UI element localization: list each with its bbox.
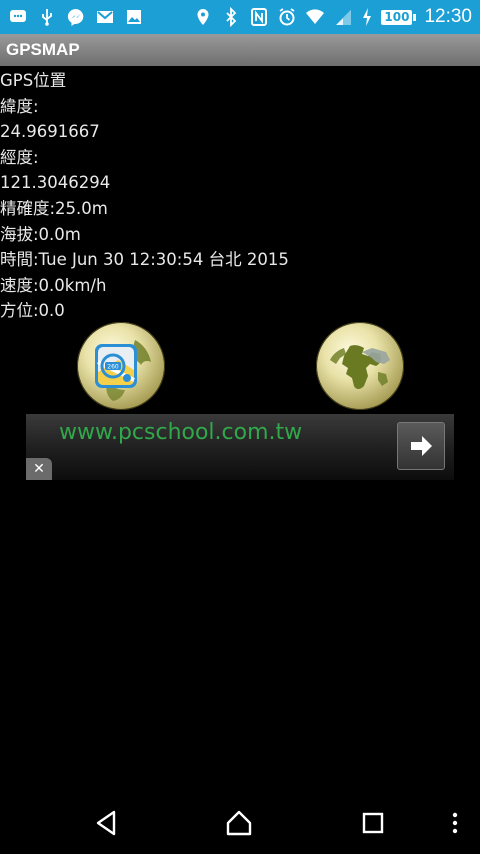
more-vertical-icon: [452, 812, 458, 834]
messenger-icon: [66, 7, 86, 27]
action-bar: GPSMAP: [0, 34, 480, 66]
gps-header: GPS位置: [0, 71, 67, 90]
back-icon: [96, 810, 116, 836]
gmail-icon: [95, 7, 115, 27]
recents-icon: [362, 812, 384, 834]
navigation-bar: [0, 790, 480, 854]
ad-close-button[interactable]: ✕: [26, 458, 52, 480]
globe-icon: [330, 345, 390, 389]
maps-icon: 260: [95, 340, 151, 401]
longitude-value: 121.3046294: [0, 173, 111, 193]
gps-info-panel: GPS位置 緯度: 24.9691667 經度: 121.3046294 精確度…: [0, 68, 480, 324]
arrow-right-icon: [411, 436, 432, 456]
nfc-icon: [249, 7, 269, 27]
globe-button[interactable]: [316, 322, 404, 410]
recents-button[interactable]: [358, 808, 388, 838]
altitude-text: 海拔:0.0m: [0, 224, 81, 244]
ad-go-button[interactable]: [397, 422, 445, 470]
alarm-icon: [277, 7, 297, 27]
ad-banner[interactable]: www.pcschool.com.tw ✕: [26, 414, 454, 480]
home-icon: [226, 810, 252, 836]
usb-icon: [37, 7, 57, 27]
time-text: 時間:Tue Jun 30 12:30:54 台北 2015: [0, 250, 289, 270]
app-title: GPSMAP: [6, 40, 80, 59]
svg-text:260: 260: [107, 364, 119, 371]
signal-icon: [333, 7, 353, 27]
image-icon: [124, 7, 144, 27]
ad-url-link[interactable]: www.pcschool.com.tw: [59, 420, 302, 445]
status-clock: 12:30: [424, 6, 472, 27]
maps-button[interactable]: 260: [77, 322, 165, 410]
location-icon: [193, 7, 213, 27]
accuracy-text: 精確度:25.0m: [0, 198, 108, 218]
wifi-icon: [305, 7, 325, 27]
bearing-text: 方位:0.0: [0, 301, 65, 321]
latitude-value: 24.9691667: [0, 122, 100, 142]
battery-level: 100: [381, 9, 417, 25]
bluetooth-icon: [221, 7, 241, 27]
home-button[interactable]: [224, 808, 254, 838]
speed-text: 速度:0.0km/h: [0, 275, 107, 295]
back-button[interactable]: [92, 808, 122, 838]
chat-icon: [8, 7, 28, 27]
overflow-menu-button[interactable]: [440, 808, 464, 838]
latitude-label: 緯度:: [0, 96, 39, 116]
longitude-label: 經度:: [0, 147, 39, 167]
charging-icon: [361, 7, 373, 27]
status-bar: 100 12:30: [0, 0, 480, 34]
